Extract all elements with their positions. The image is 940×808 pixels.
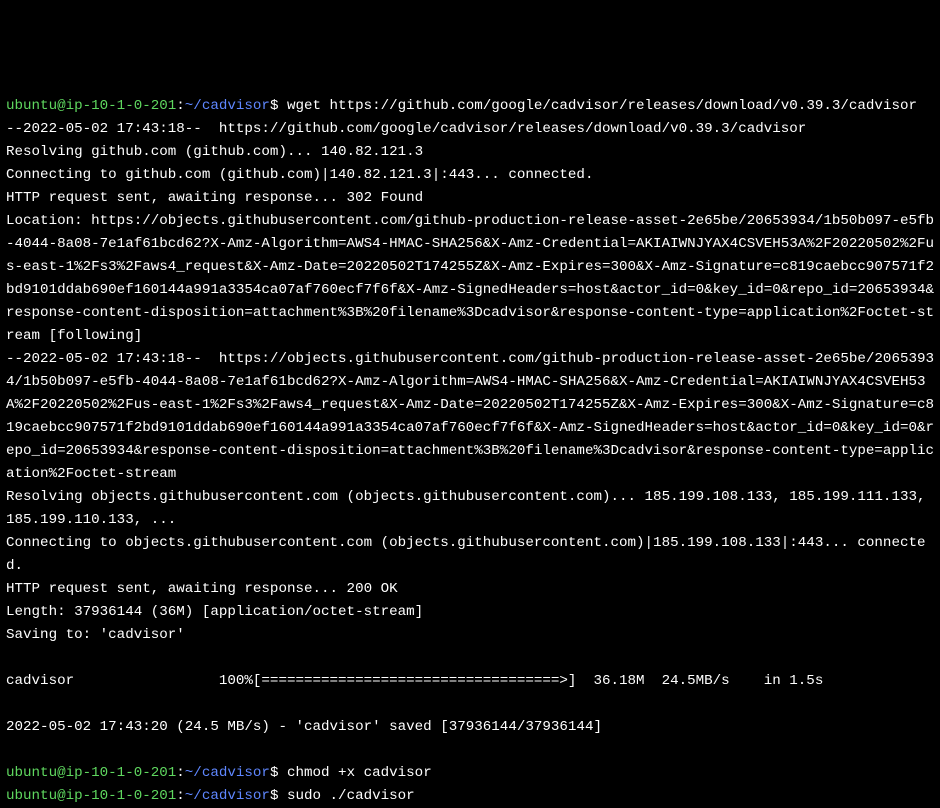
output-line: 2022-05-02 17:43:20 (24.5 MB/s) - 'cadvi… [6,719,602,735]
prompt-colon: : [176,98,185,114]
command-chmod: chmod +x cadvisor [287,765,432,781]
prompt-line-1: ubuntu@ip-10-1-0-201:~/cadvisor$ wget ht… [6,98,917,114]
output-line: HTTP request sent, awaiting response... … [6,581,398,597]
output-line: HTTP request sent, awaiting response... … [6,190,423,206]
prompt-user-host: ubuntu@ip-10-1-0-201 [6,788,176,804]
prompt-dollar: $ [270,765,287,781]
prompt-path: ~/cadvisor [185,765,270,781]
output-line: --2022-05-02 17:43:18-- https://github.c… [6,121,806,137]
output-line: Length: 37936144 (36M) [application/octe… [6,604,423,620]
prompt-line-3: ubuntu@ip-10-1-0-201:~/cadvisor$ sudo ./… [6,788,415,804]
output-line: Connecting to objects.githubusercontent.… [6,535,926,574]
output-line: Location: https://objects.githubusercont… [6,213,934,344]
prompt-line-2: ubuntu@ip-10-1-0-201:~/cadvisor$ chmod +… [6,765,432,781]
output-line: --2022-05-02 17:43:18-- https://objects.… [6,351,934,482]
prompt-path: ~/cadvisor [185,98,270,114]
command-sudo: sudo ./cadvisor [287,788,415,804]
terminal-content[interactable]: ubuntu@ip-10-1-0-201:~/cadvisor$ wget ht… [6,98,934,804]
prompt-path: ~/cadvisor [185,788,270,804]
output-line: Connecting to github.com (github.com)|14… [6,167,593,183]
prompt-colon: : [176,765,185,781]
output-line: Resolving github.com (github.com)... 140… [6,144,423,160]
output-line: Resolving objects.githubusercontent.com … [6,489,934,528]
prompt-colon: : [176,788,185,804]
prompt-user-host: ubuntu@ip-10-1-0-201 [6,98,176,114]
command-wget: wget https://github.com/google/cadvisor/… [287,98,917,114]
prompt-dollar: $ [270,788,287,804]
output-line: Saving to: 'cadvisor' [6,627,185,643]
prompt-dollar: $ [270,98,287,114]
output-progress-line: cadvisor 100%[==========================… [6,673,823,689]
prompt-user-host: ubuntu@ip-10-1-0-201 [6,765,176,781]
